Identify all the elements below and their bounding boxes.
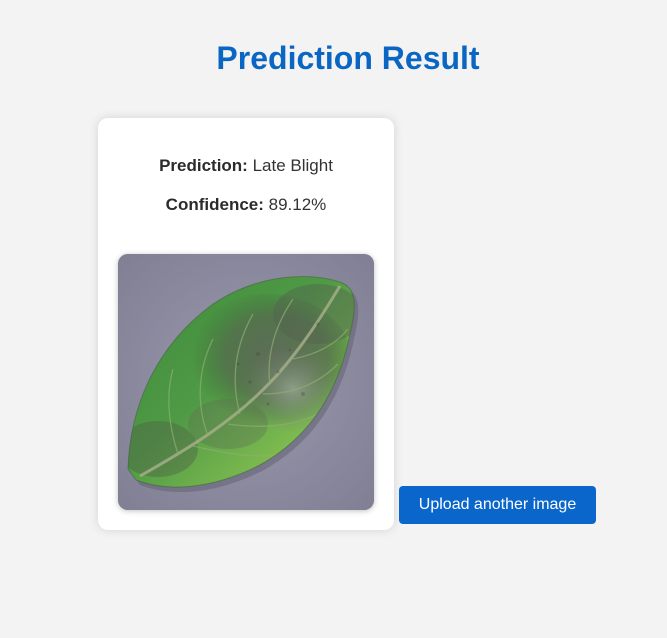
confidence-label: Confidence: bbox=[165, 195, 264, 214]
result-card: Prediction: Late Blight Confidence: 89.1… bbox=[98, 118, 394, 530]
upload-another-image-button[interactable]: Upload another image bbox=[399, 486, 596, 524]
prediction-row: Prediction: Late Blight bbox=[98, 155, 394, 177]
confidence-value: 89.12% bbox=[268, 195, 327, 214]
leaf-photo bbox=[118, 254, 374, 510]
confidence-row: Confidence: 89.12% bbox=[98, 194, 394, 216]
uploaded-leaf-image bbox=[118, 254, 374, 510]
prediction-label: Prediction: bbox=[159, 156, 248, 175]
prediction-value: Late Blight bbox=[252, 156, 333, 175]
page-title: Prediction Result bbox=[216, 40, 480, 76]
